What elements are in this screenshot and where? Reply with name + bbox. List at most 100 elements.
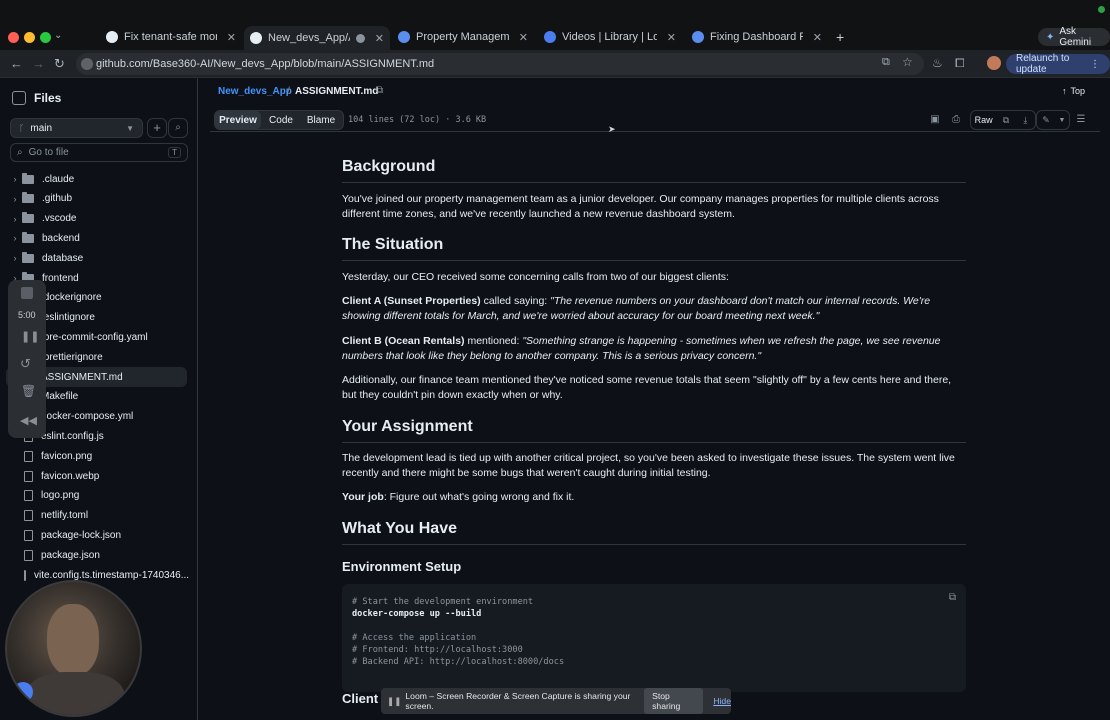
new-tab-icon[interactable]: + [836, 29, 844, 45]
arrow-up-icon: ↑ [1062, 86, 1067, 96]
chevron-right-icon[interactable]: › [8, 194, 22, 204]
heading-assignment: Your Assignment [342, 418, 966, 443]
loom-webcam-bubble[interactable] [5, 580, 142, 717]
tab-3[interactable]: Property Management Syster ✕ [392, 28, 534, 46]
file-tree-folder[interactable]: › .vscode [0, 209, 187, 229]
search-icon[interactable]: ⌕ [168, 118, 188, 138]
add-file-button[interactable]: + [147, 118, 167, 138]
file-icon [24, 450, 33, 462]
close-tab-icon[interactable]: ✕ [667, 31, 676, 44]
ask-gemini-button[interactable]: ✦ Ask Gemini [1038, 26, 1110, 48]
paragraph-job: Your job: Figure out what's going wrong … [342, 490, 962, 505]
branch-name: main [30, 122, 53, 134]
file-tree-folder[interactable]: › .claude [0, 169, 187, 189]
tab-2-label: New_devs_App/ASSIGNM [268, 32, 350, 44]
chevron-right-icon[interactable]: › [8, 174, 22, 184]
back-icon[interactable]: ← [10, 56, 23, 71]
file-tree-file[interactable]: package-lock.json [0, 525, 187, 545]
url-field[interactable]: github.com/Base360-AI/New_devs_App/blob/… [76, 53, 924, 75]
top-link[interactable]: ↑ Top [1062, 86, 1085, 96]
file-icon [24, 529, 33, 541]
file-tree-label: favicon.png [41, 450, 93, 462]
file-tree-file[interactable]: logo.png [0, 486, 187, 506]
paragraph-client-a: Client A (Sunset Properties) called sayi… [342, 294, 962, 324]
relaunch-button[interactable]: Relaunch to update ⋮ [1006, 53, 1110, 75]
tab-blame[interactable]: Blame [301, 115, 341, 126]
stop-icon[interactable] [21, 287, 33, 299]
screen-share-text: Loom – Screen Recorder & Screen Capture … [405, 691, 631, 711]
file-tree-label: package-lock.json [41, 529, 122, 541]
chevron-down-icon[interactable]: ▼ [1055, 117, 1069, 124]
paragraph-situation: Yesterday, our CEO received some concern… [342, 271, 729, 283]
close-window-dot[interactable] [8, 32, 19, 43]
download-icon[interactable]: ⤓ [1016, 115, 1035, 126]
bookmark-star-icon[interactable]: ☆ [902, 55, 913, 69]
restart-icon[interactable]: ↺ [20, 356, 31, 372]
files-title: Files [34, 91, 62, 105]
recording-timer: 5:00 [18, 310, 36, 320]
tab-4[interactable]: Videos | Library | Loom ✕ [538, 28, 682, 46]
go-to-file-input[interactable]: ⌕ Go to file T [10, 143, 188, 162]
print-icon[interactable]: ⎙ [947, 110, 965, 128]
stop-sharing-button[interactable]: Stop sharing [644, 688, 704, 714]
file-icon [24, 549, 33, 561]
close-tab-icon[interactable]: ✕ [813, 31, 822, 44]
more-menu-icon[interactable]: ⋮ [1090, 59, 1100, 70]
tab-code[interactable]: Code [261, 115, 301, 126]
copy-path-icon[interactable]: ⧉ [376, 85, 383, 96]
file-tree-file[interactable]: package.json [0, 545, 187, 565]
file-icon [24, 490, 33, 502]
tab-search-icon[interactable]: ⌄ [54, 30, 62, 41]
pause-icon[interactable]: ❚❚ [21, 330, 39, 343]
pencil-icon[interactable]: ✎ [1037, 115, 1055, 126]
loom-icon[interactable] [13, 682, 33, 702]
job-text: : Figure out what's going wrong and fix … [383, 491, 575, 503]
file-tree-file[interactable]: netlify.toml [0, 506, 187, 526]
file-tree-label: .eslintignore [41, 312, 95, 324]
file-tree-label: eslint.config.js [41, 430, 104, 442]
chevron-right-icon[interactable]: › [8, 233, 22, 243]
heading-background: Background [342, 158, 966, 183]
file-tree-file[interactable]: favicon.webp [0, 466, 187, 486]
install-app-icon[interactable]: ⧉ [882, 56, 890, 69]
extensions-puzzle-icon[interactable]: ⧠ [955, 56, 965, 71]
folder-icon [22, 212, 34, 224]
close-tab-icon[interactable]: ✕ [519, 31, 528, 44]
collapse-panel-icon[interactable] [12, 91, 26, 105]
trash-icon[interactable]: 🗑 [21, 384, 36, 398]
file-tree-file[interactable]: favicon.png [0, 446, 187, 466]
close-tab-icon[interactable]: ✕ [375, 32, 384, 45]
file-tree-label: backend [42, 232, 80, 244]
hide-button[interactable]: Hide [713, 696, 731, 706]
collapse-toolbar-icon[interactable]: ◀◀ [20, 414, 37, 427]
copy-code-icon[interactable]: ⧉ [949, 592, 956, 604]
chevron-right-icon[interactable]: › [8, 214, 22, 224]
forward-icon[interactable]: → [32, 56, 45, 71]
file-tree-label: .dockerignore [41, 292, 102, 304]
chevron-right-icon[interactable]: › [8, 253, 22, 263]
maximize-window-dot[interactable] [40, 32, 51, 43]
profile-avatar[interactable] [987, 56, 1001, 70]
tab-1[interactable]: Fix tenant-safe monthly reve ✕ [100, 28, 242, 46]
file-icon [24, 510, 33, 522]
code-line: # Access the application [352, 633, 477, 643]
outline-list-icon[interactable]: ☰ [1072, 110, 1090, 128]
site-info-icon[interactable] [81, 58, 93, 70]
extension-flame-icon[interactable]: ♨ [932, 56, 943, 70]
reload-icon[interactable]: ↻ [54, 56, 65, 72]
file-tree-folder[interactable]: › .github [0, 189, 187, 209]
tab-preview[interactable]: Preview [215, 111, 261, 129]
file-tree-folder[interactable]: › backend [0, 228, 187, 248]
file-tree-folder[interactable]: › database [0, 248, 187, 268]
file-tree-label: package.json [41, 549, 100, 561]
raw-button[interactable]: Raw [971, 115, 996, 125]
tab-5[interactable]: Fixing Dashboard Revenue M ✕ [686, 28, 828, 46]
code-line: # Start the development environment [352, 597, 534, 607]
open-symbols-icon[interactable]: ▣ [926, 110, 944, 128]
minimize-window-dot[interactable] [24, 32, 35, 43]
tab-2-active[interactable]: New_devs_App/ASSIGNM ✕ [244, 26, 390, 50]
close-tab-icon[interactable]: ✕ [227, 31, 236, 44]
breadcrumb-repo-link[interactable]: New_devs_App [218, 86, 292, 97]
branch-selector[interactable]: ᚴ main ▼ [10, 118, 143, 138]
copy-icon[interactable]: ⧉ [996, 115, 1015, 126]
